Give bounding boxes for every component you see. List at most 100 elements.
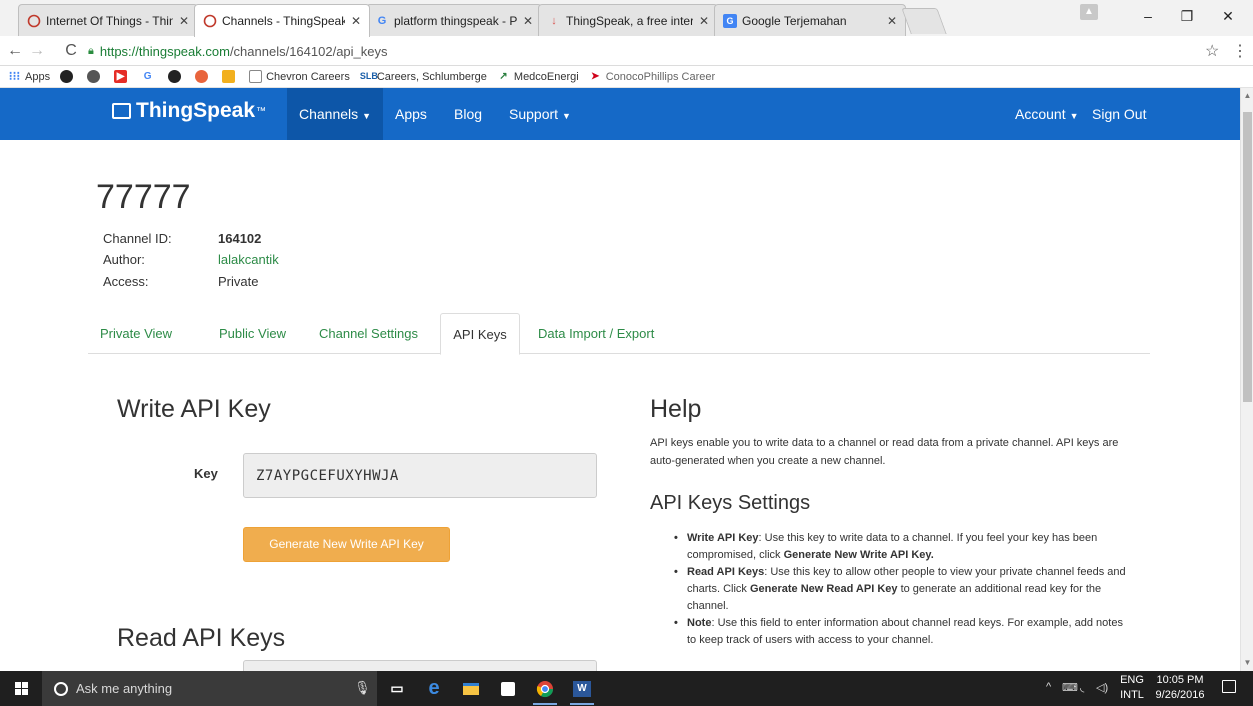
caret-down-icon: ▼ xyxy=(562,111,571,121)
bookmark-medco[interactable]: ↗ MedcoEnergi xyxy=(497,70,579,83)
microphone-icon[interactable]: 🎙︎ xyxy=(354,680,371,696)
bookmark-conocophillips[interactable]: ➤ ConocoPhillips Career xyxy=(589,70,715,83)
wifi-icon[interactable]: ◟ xyxy=(1080,681,1084,694)
brand-text: ThingSpeak xyxy=(136,99,256,122)
url-host: https://thingspeak.com xyxy=(99,43,230,59)
browser-tab-thingspeak-pdf[interactable]: ↓ ThingSpeak, a free interr ✕ xyxy=(538,4,718,36)
nav-account[interactable]: Account ▼ xyxy=(1003,88,1091,140)
start-button[interactable] xyxy=(0,671,42,706)
word-icon[interactable]: W xyxy=(568,676,596,705)
nav-support[interactable]: Support ▼ xyxy=(497,88,583,140)
keyboard-icon[interactable]: ⌨ xyxy=(1062,681,1078,694)
url-field[interactable]: 🔒︎ https://thingspeak.com /channels/1641… xyxy=(88,40,1228,62)
translate-icon: G xyxy=(723,13,737,28)
browser-tab-google-search[interactable]: G platform thingspeak - Pe ✕ xyxy=(366,4,542,36)
bookmark-google[interactable]: G xyxy=(141,70,158,83)
new-tab-button[interactable] xyxy=(901,8,947,34)
url-path: /channels/164102/api_keys xyxy=(229,43,388,59)
restore-icon[interactable]: ❐ xyxy=(1177,8,1197,25)
ring-icon xyxy=(203,14,217,28)
bookmark-5[interactable] xyxy=(168,70,185,83)
clock[interactable]: 10:05 PM 9/26/2016 xyxy=(1152,673,1208,703)
chrome-icon[interactable] xyxy=(531,676,559,705)
minimize-icon[interactable]: – xyxy=(1138,8,1158,24)
item-emphasis: Generate New Read API Key xyxy=(749,583,898,595)
nav-label: Apps xyxy=(395,106,427,122)
bookmark-github[interactable] xyxy=(60,70,77,83)
windows-taskbar: Ask me anything 🎙︎ ▭ e W ^ ⌨ ◟ ◁) ENG IN… xyxy=(0,671,1253,706)
scroll-up-icon[interactable]: ▲ xyxy=(1241,90,1253,102)
tab-title: Internet Of Things - Thin xyxy=(46,13,173,28)
channel-id-label: Channel ID: xyxy=(103,231,172,246)
language-indicator[interactable]: ENG INTL xyxy=(1115,673,1149,703)
tab-api-keys[interactable]: API Keys xyxy=(440,313,520,355)
speech-bubble-icon xyxy=(112,103,131,119)
medco-icon: ↗ xyxy=(499,71,508,82)
file-explorer-icon[interactable] xyxy=(457,676,485,701)
scroll-thumb[interactable] xyxy=(1243,112,1252,402)
tab-title: Channels - ThingSpeak xyxy=(222,14,345,28)
cortana-search-box[interactable]: Ask me anything xyxy=(42,671,377,706)
show-hidden-icons-icon[interactable]: ^ xyxy=(1046,681,1051,693)
nav-blog[interactable]: Blog xyxy=(442,88,494,140)
page-icon xyxy=(249,70,263,83)
access-label: Access: xyxy=(103,274,149,289)
list-item: Note: Use this field to enter informatio… xyxy=(674,615,1134,649)
reload-icon[interactable]: C xyxy=(62,42,80,60)
bookmark-schlumberger[interactable]: SLB Careers, Schlumberge xyxy=(360,70,487,83)
profile-icon[interactable]: ▲ xyxy=(1080,4,1098,20)
page-scrollbar[interactable]: ▲ ▼ xyxy=(1240,88,1253,671)
bookmark-7[interactable] xyxy=(222,70,239,83)
bookmark-2[interactable] xyxy=(87,70,104,83)
nav-channels[interactable]: Channels ▼ xyxy=(287,88,384,140)
close-icon[interactable]: ✕ xyxy=(699,14,709,28)
read-api-keys-heading: Read API Keys xyxy=(117,624,286,652)
task-view-icon[interactable]: ▭ xyxy=(383,676,411,701)
circle-icon xyxy=(168,70,182,83)
item-emphasis: Generate New Write API Key. xyxy=(783,549,934,561)
browser-tab-bar: Internet Of Things - Thin ✕ Channels - T… xyxy=(0,0,1253,37)
volume-icon[interactable]: ◁) xyxy=(1096,681,1108,694)
google-icon: G xyxy=(143,71,152,82)
google-icon: G xyxy=(377,14,387,27)
bookmark-chevron[interactable]: Chevron Careers xyxy=(249,70,350,83)
close-window-icon[interactable]: ✕ xyxy=(1218,8,1238,25)
close-icon[interactable]: ✕ xyxy=(523,14,533,28)
write-api-key-heading: Write API Key xyxy=(117,395,271,423)
nav-apps[interactable]: Apps xyxy=(383,88,439,140)
api-keys-settings-heading: API Keys Settings xyxy=(650,492,811,514)
bookmark-apps[interactable]: ⁝⁝⁝ Apps xyxy=(8,70,50,83)
edge-icon[interactable]: e xyxy=(420,676,448,701)
back-icon[interactable]: ← xyxy=(6,42,24,60)
nav-sign-out[interactable]: Sign Out xyxy=(1080,88,1158,140)
scroll-down-icon[interactable]: ▼ xyxy=(1241,657,1253,669)
nav-label: Sign Out xyxy=(1092,106,1147,122)
close-icon[interactable]: ✕ xyxy=(351,14,361,28)
close-icon[interactable]: ✕ xyxy=(179,14,189,28)
generate-write-key-button[interactable]: Generate New Write API Key xyxy=(243,527,450,562)
settings-list: Write API Key: Use this key to write dat… xyxy=(674,530,1134,649)
close-icon[interactable]: ✕ xyxy=(887,14,897,28)
tab-channel-settings[interactable]: Channel Settings xyxy=(307,313,430,354)
bookmark-youtube[interactable]: ▶ xyxy=(114,70,131,83)
bookmark-6[interactable] xyxy=(195,70,212,83)
author-link[interactable]: lalakcantik xyxy=(218,252,279,267)
tab-private-view[interactable]: Private View xyxy=(88,313,184,354)
browser-tab-channels[interactable]: Channels - ThingSpeak ✕ xyxy=(194,4,370,37)
notification-icon[interactable] xyxy=(1222,680,1236,693)
slb-logo-icon: SLB xyxy=(359,71,378,81)
tab-public-view[interactable]: Public View xyxy=(207,313,298,354)
forward-icon[interactable]: → xyxy=(28,42,46,60)
author-label: Author: xyxy=(103,252,145,267)
browser-tab-translate[interactable]: G Google Terjemahan ✕ xyxy=(714,4,906,36)
store-icon[interactable] xyxy=(494,676,522,701)
browser-tab-iot[interactable]: Internet Of Things - Thin ✕ xyxy=(18,4,198,36)
thingspeak-logo[interactable]: ThingSpeak ™ xyxy=(112,99,266,123)
browser-menu-icon[interactable]: ⋮ xyxy=(1232,41,1248,61)
caret-down-icon: ▼ xyxy=(362,111,372,121)
write-api-key-field[interactable]: Z7AYPGCEFUXYHWJA xyxy=(243,453,597,498)
tab-data-import-export[interactable]: Data Import / Export xyxy=(526,313,666,354)
channel-tabs: Private View Public View Channel Setting… xyxy=(88,313,1150,355)
caret-down-icon: ▼ xyxy=(1069,111,1079,121)
bookmark-star-icon[interactable]: ☆ xyxy=(1205,41,1219,61)
